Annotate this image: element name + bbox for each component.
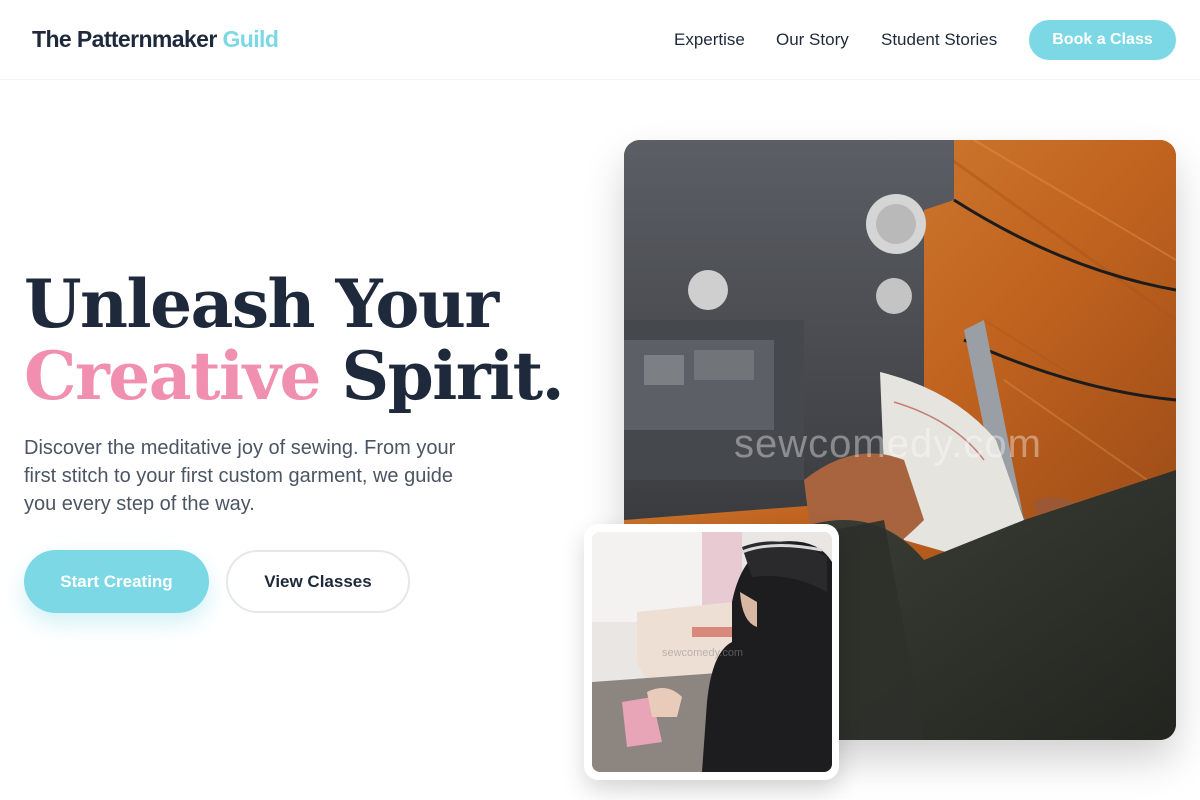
- hero-description: Discover the meditative joy of sewing. F…: [24, 437, 456, 515]
- small-photo-watermark: sewcomedy.com: [662, 647, 744, 659]
- site-header: The Patternmaker Guild Expertise Our Sto…: [0, 0, 1200, 80]
- headline-line-1: Unleash Your: [24, 265, 499, 343]
- headline-creative-word: Creative: [24, 337, 321, 415]
- nav-link-student-stories[interactable]: Student Stories: [881, 30, 997, 50]
- student-sewing-photo: sewcomedy.com: [592, 532, 832, 772]
- student-photo-card: sewcomedy.com: [584, 524, 839, 780]
- logo-main-text: The Patternmaker: [32, 26, 217, 52]
- logo-accent-text: Guild: [222, 26, 279, 52]
- nav-link-our-story[interactable]: Our Story: [776, 30, 849, 50]
- hero-headline: Unleash Your Creative Spirit.: [24, 265, 565, 415]
- book-class-button[interactable]: Book a Class: [1029, 20, 1176, 60]
- start-creating-button[interactable]: Start Creating: [24, 550, 209, 613]
- headline-spirit-word: Spirit.: [341, 337, 564, 415]
- main-photo-watermark: sewcomedy.com: [734, 422, 1042, 466]
- nav-link-expertise[interactable]: Expertise: [674, 30, 745, 50]
- view-classes-button[interactable]: View Classes: [226, 550, 410, 613]
- site-logo[interactable]: The Patternmaker Guild: [32, 26, 279, 53]
